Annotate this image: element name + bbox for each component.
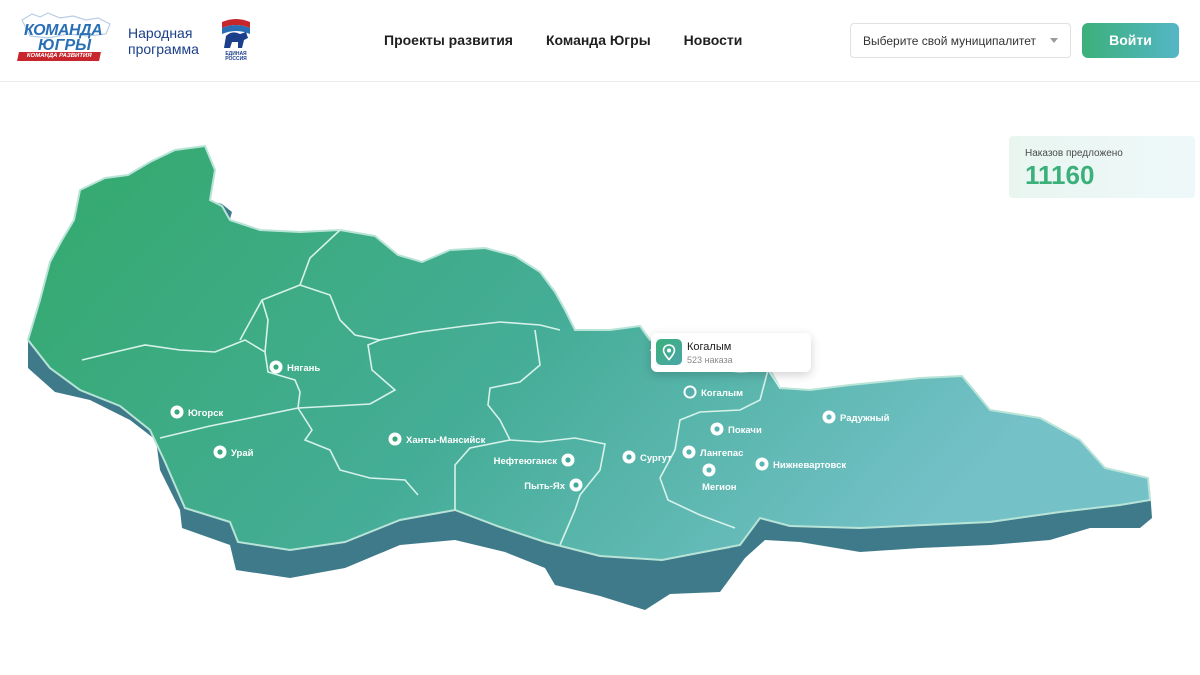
city-label-nizhnevartovsk: Нижневартовск (773, 460, 846, 471)
map-pin-icon (656, 339, 682, 365)
city-tooltip: Когалым 523 наказа (651, 333, 811, 372)
city-marker-langepas[interactable]: Лангепас (682, 445, 744, 460)
municipality-select-value: Выберите свой муниципалитет (863, 34, 1037, 48)
people-program-logo[interactable]: Народная программа (128, 25, 199, 57)
tooltip-proposal-count: 523 наказа (687, 355, 733, 365)
city-label-pytyakh: Пыть-Ях (524, 481, 565, 492)
city-marker-surgut[interactable]: Сургут (622, 450, 673, 465)
city-marker-kogalym[interactable]: Когалым (683, 385, 744, 400)
site-header: КОМАНДА ЮГРЫ КОМАНДА РАЗВИТИЯ Народная п… (0, 0, 1200, 82)
city-label-raduzhny: Радужный (840, 413, 890, 424)
nav-projects[interactable]: Проекты развития (384, 32, 513, 48)
city-marker-uray[interactable]: Урай (213, 445, 254, 460)
city-label-uray: Урай (231, 448, 254, 459)
municipality-select[interactable]: Выберите свой муниципалитет (850, 23, 1071, 58)
city-marker-pokachi[interactable]: Покачи (710, 422, 762, 437)
city-label-yugorsk: Югорск (188, 408, 224, 419)
city-marker-pytyakh[interactable]: Пыть-Ях (524, 478, 583, 493)
city-label-khanty-mansiysk: Ханты-Мансийск (406, 435, 486, 446)
people-program-line2: программа (128, 41, 199, 57)
city-marker-nyagan[interactable]: Нягань (269, 360, 321, 375)
city-label-nefteyugansk: Нефтеюганск (494, 456, 558, 467)
city-label-kogalym: Когалым (701, 388, 743, 399)
map-surface (26, 144, 1152, 562)
city-label-langepas: Лангепас (700, 448, 743, 459)
city-label-nyagan: Нягань (287, 363, 320, 374)
city-label-surgut: Сургут (640, 453, 672, 464)
region-map: Нягань Югорск Урай Ханты-Мансийск Нефтею… (26, 144, 1152, 610)
people-program-line1: Народная (128, 25, 193, 41)
city-label-pokachi: Покачи (728, 425, 762, 436)
city-marker-raduzhny[interactable]: Радужный (822, 410, 890, 425)
nav-team[interactable]: Команда Югры (546, 32, 651, 48)
city-marker-yugorsk[interactable]: Югорск (170, 405, 224, 420)
bear-flag-icon (222, 19, 250, 48)
tooltip-city-name: Когалым (687, 341, 732, 353)
komanda-yugry-logo[interactable]: КОМАНДА ЮГРЫ КОМАНДА РАЗВИТИЯ (17, 12, 114, 62)
edinaya-rossiya-logo[interactable]: ЕДИНАЯ РОССИЯ (218, 18, 254, 64)
logo-ribbon: КОМАНДА РАЗВИТИЯ (17, 52, 101, 61)
er-logo-line2: РОССИЯ (225, 56, 247, 62)
nav-news[interactable]: Новости (684, 32, 743, 48)
chevron-down-icon (1050, 38, 1058, 43)
login-button[interactable]: Войти (1082, 23, 1179, 58)
er-logo-text: ЕДИНАЯ РОССИЯ (218, 52, 254, 62)
city-label-megion: Мегион (702, 482, 737, 493)
main-nav: Проекты развития Команда Югры Новости (384, 32, 742, 48)
